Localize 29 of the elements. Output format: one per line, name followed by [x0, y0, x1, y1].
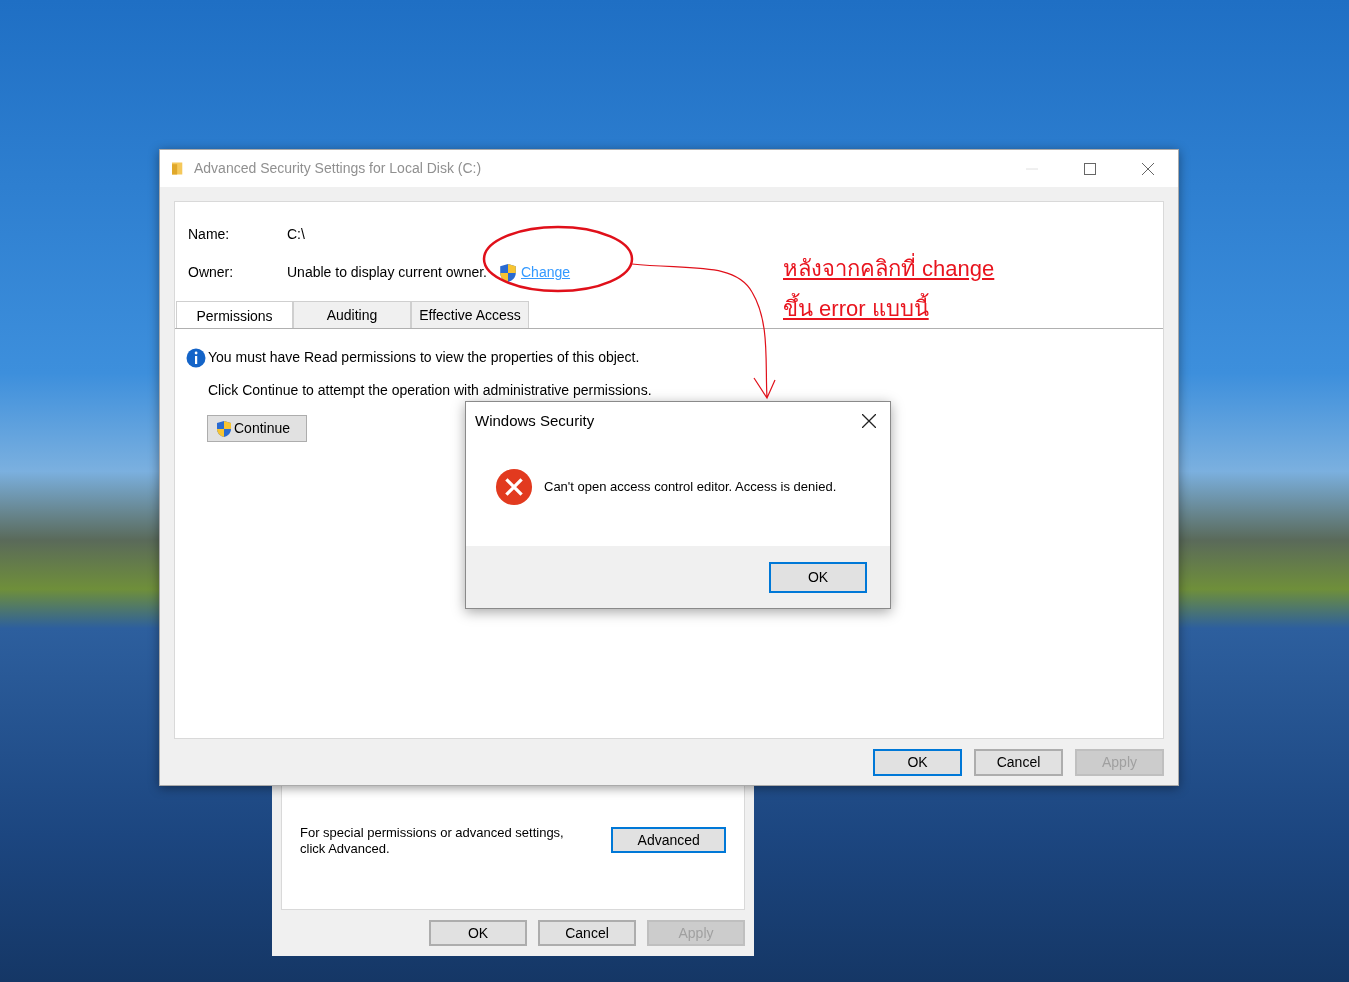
close-icon[interactable] [862, 414, 876, 428]
owner-label: Owner: [188, 263, 235, 282]
error-message: Can't open access control editor. Access is denied. [544, 478, 837, 497]
window-title: Advanced Security Settings for Local Disk (C:) [194, 159, 482, 178]
dialog-title: Windows Security [475, 410, 595, 431]
name-value: C:\ [287, 225, 305, 244]
maximize-icon[interactable] [1084, 162, 1096, 175]
dialog-button[interactable]: Advanced [611, 827, 726, 853]
shield-icon [216, 419, 232, 438]
folder-icon [172, 161, 184, 176]
tab[interactable]: Effective Access [411, 301, 529, 328]
dialog-button[interactable]: OK [429, 920, 527, 946]
dialog-button[interactable]: Cancel [538, 920, 636, 946]
tab[interactable]: Permissions [176, 301, 293, 328]
dialog-button[interactable]: OK [769, 561, 867, 593]
error-icon [495, 468, 533, 506]
continue-hint: Click Continue to attempt the operation with administrative permissions. [208, 382, 653, 399]
tab[interactable]: Auditing [293, 301, 411, 328]
info-message: You must have Read permissions to view the properties of this object. [208, 348, 640, 367]
info-icon [186, 347, 206, 368]
annotation-text: หลังจากคลิกที่ change [783, 252, 995, 286]
shield-icon [499, 262, 517, 283]
owner-value: Unable to display current owner. [287, 263, 487, 282]
continue-button[interactable]: Continue [207, 415, 307, 442]
annotation-text: ขึ้น error แบบนี้ [783, 292, 995, 326]
dialog-button[interactable]: OK [873, 749, 962, 776]
name-label: Name: [188, 225, 231, 244]
dialog-button[interactable]: Cancel [974, 749, 1063, 776]
advanced-hint: For special permissions or advanced settings, click Advanced. [300, 825, 565, 857]
